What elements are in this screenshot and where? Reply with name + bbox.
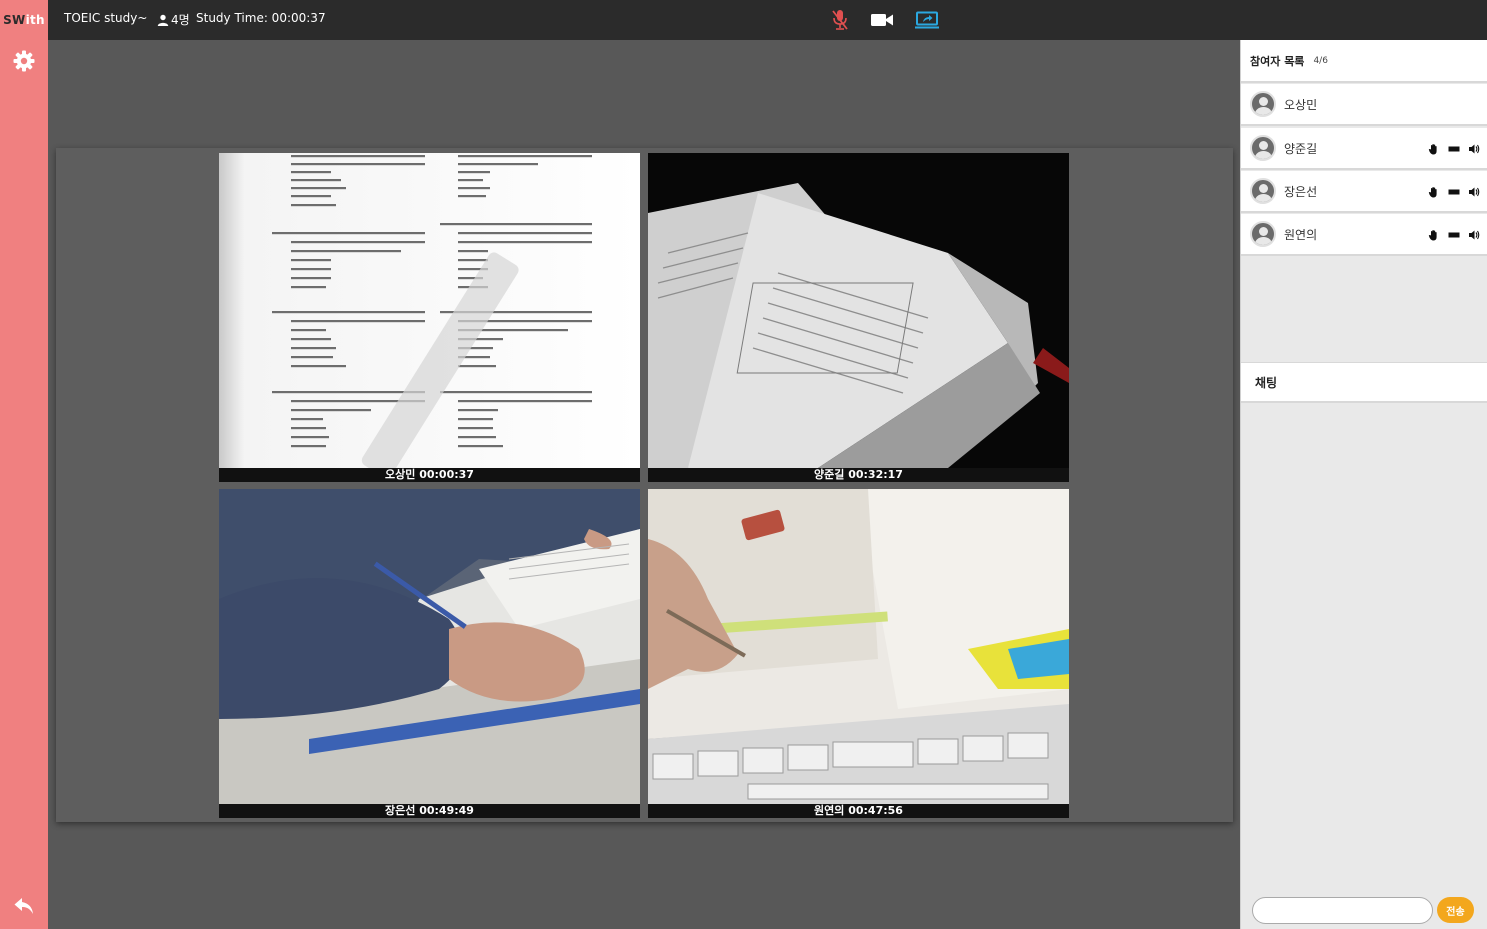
user-icon (157, 14, 169, 26)
screen-share-icon (915, 11, 939, 29)
video-grid: 오상민 00:00:37 양준길 00:32:17 장은선 00:49:49 원… (56, 148, 1233, 822)
participant-row[interactable]: 장은선 (1241, 171, 1487, 213)
camera-icon[interactable] (1448, 229, 1460, 241)
speaker-icon[interactable] (1468, 186, 1480, 198)
video-feed (648, 153, 1069, 468)
exit-button[interactable] (10, 892, 38, 920)
gear-icon (13, 50, 35, 72)
video-tile[interactable]: 오상민 00:00:37 (219, 153, 640, 482)
camera-toggle-button[interactable] (869, 8, 895, 32)
back-arrow-icon (14, 898, 33, 914)
member-count: 4명 (157, 11, 190, 28)
participant-name: 원연의 (1284, 227, 1318, 242)
participant-name: 오상민 (1284, 97, 1318, 112)
avatar (1250, 91, 1276, 117)
tile-caption: 원연의 00:47:56 (648, 804, 1069, 818)
participants-header: 참여자 목록 4/6 (1241, 40, 1487, 83)
participants-title: 참여자 목록 (1250, 54, 1305, 68)
tile-caption: 양준길 00:32:17 (648, 468, 1069, 482)
mic-muted-icon (832, 10, 848, 30)
camera-icon[interactable] (1448, 143, 1460, 155)
study-time: Study Time: 00:00:37 (196, 11, 326, 25)
settings-button[interactable] (10, 47, 38, 75)
camera-icon[interactable] (1448, 186, 1460, 198)
chat-input[interactable] (1252, 897, 1433, 924)
speaker-icon[interactable] (1468, 143, 1480, 155)
mic-toggle-button[interactable] (827, 8, 853, 32)
video-tile[interactable]: 장은선 00:49:49 (219, 489, 640, 818)
top-bar: SW ith TOEIC study~ 4명 Study Time: 00:00:… (0, 0, 1487, 40)
hand-icon[interactable] (1428, 229, 1440, 241)
app-logo[interactable]: SW ith (0, 0, 48, 40)
avatar (1250, 178, 1276, 204)
hand-icon[interactable] (1428, 143, 1440, 155)
video-feed (648, 489, 1069, 804)
room-title: TOEIC study~ (64, 11, 148, 25)
avatar (1250, 221, 1276, 247)
video-tile[interactable]: 양준길 00:32:17 (648, 153, 1069, 482)
participant-row[interactable]: 오상민 (1241, 84, 1487, 126)
participant-row[interactable]: 원연의 (1241, 214, 1487, 256)
send-button[interactable]: 전송 (1437, 897, 1474, 923)
video-feed (219, 153, 640, 468)
left-sidebar (0, 40, 48, 929)
video-tile[interactable]: 원연의 00:47:56 (648, 489, 1069, 818)
speaker-icon[interactable] (1468, 229, 1480, 241)
avatar (1250, 135, 1276, 161)
tile-caption: 장은선 00:49:49 (219, 804, 640, 818)
video-feed (219, 489, 640, 804)
tile-caption: 오상민 00:00:37 (219, 468, 640, 482)
participant-name: 장은선 (1284, 184, 1318, 199)
member-count-label: 4명 (171, 13, 190, 27)
video-camera-icon (871, 14, 893, 26)
right-panel: 참여자 목록 4/6 오상민 양준길 장은선 원연의 채팅 (1240, 40, 1487, 929)
participant-row[interactable]: 양준길 (1241, 128, 1487, 170)
hand-icon[interactable] (1428, 186, 1440, 198)
participant-name: 양준길 (1284, 141, 1318, 156)
chat-header: 채팅 (1241, 362, 1487, 403)
logo-text-light: ith (25, 13, 45, 27)
screen-share-button[interactable] (914, 8, 940, 32)
participants-count: 4/6 (1313, 55, 1328, 66)
logo-text-dark: SW (3, 13, 26, 27)
